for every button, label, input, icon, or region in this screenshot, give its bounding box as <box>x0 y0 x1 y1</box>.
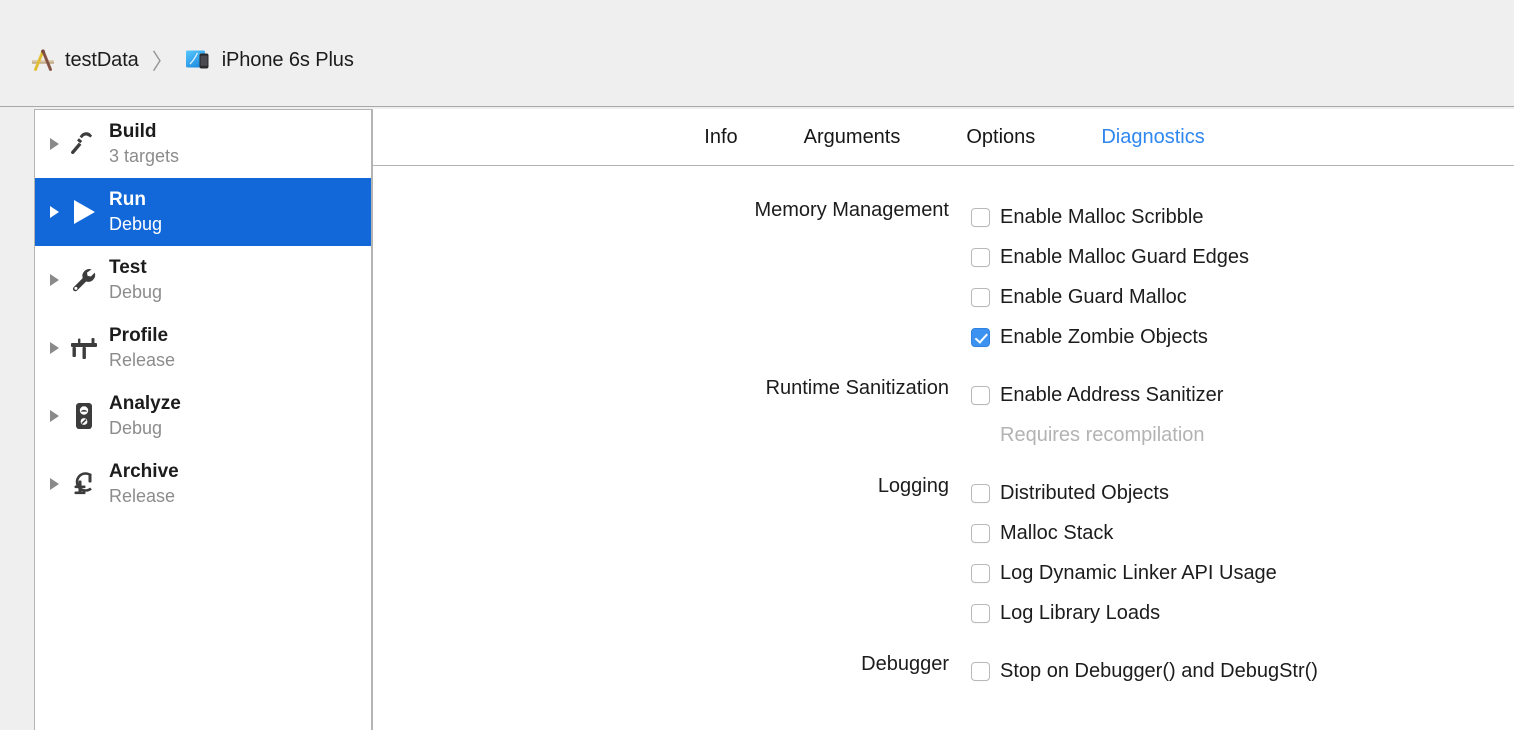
sidebar-item-run[interactable]: Run Debug <box>35 178 371 246</box>
checkbox-label: Enable Guard Malloc <box>1000 284 1187 310</box>
checkbox-enable-malloc-scribble[interactable] <box>971 208 990 227</box>
checkbox-row-stop-on-debugger[interactable]: Stop on Debugger() and DebugStr() <box>971 651 1318 691</box>
section-debugger: Debugger Stop on Debugger() and DebugStr… <box>373 651 1514 691</box>
gauge-icon <box>65 397 103 435</box>
diagnostics-form: Memory Management Enable Malloc Scribble… <box>373 166 1514 691</box>
section-label: Debugger <box>373 651 971 677</box>
breadcrumb-project-label: testData <box>65 49 139 72</box>
tab-arguments[interactable]: Arguments <box>800 124 905 151</box>
disclosure-triangle-icon[interactable] <box>43 138 65 150</box>
sidebar-item-subtitle: Debug <box>109 280 162 304</box>
sidebar-item-subtitle: Debug <box>109 212 162 236</box>
breadcrumb-destination-label: iPhone 6s Plus <box>222 49 354 72</box>
checkbox-label: Log Dynamic Linker API Usage <box>1000 560 1277 586</box>
disclosure-triangle-icon[interactable] <box>43 478 65 490</box>
scheme-actions-list: Build 3 targets Run Debug <box>34 109 372 730</box>
hammer-icon <box>65 125 103 163</box>
sidebar-item-subtitle: Release <box>109 348 175 372</box>
disclosure-triangle-icon[interactable] <box>43 206 65 218</box>
sidebar-item-title: Archive <box>109 460 179 484</box>
tab-info[interactable]: Info <box>700 124 741 151</box>
checkbox-enable-address-sanitizer[interactable] <box>971 386 990 405</box>
breadcrumb-separator-icon: 〉 <box>152 44 174 76</box>
section-label: Memory Management <box>373 197 971 223</box>
checkbox-label: Enable Zombie Objects <box>1000 324 1208 350</box>
checkbox-stop-on-debugger[interactable] <box>971 662 990 681</box>
checkbox-enable-malloc-guard-edges[interactable] <box>971 248 990 267</box>
checkbox-label: Stop on Debugger() and DebugStr() <box>1000 658 1318 684</box>
checkbox-label: Enable Malloc Scribble <box>1000 204 1203 230</box>
checkbox-row-enable-guard-malloc[interactable]: Enable Guard Malloc <box>971 277 1249 317</box>
clamp-icon <box>65 465 103 503</box>
checkbox-row-enable-zombie-objects[interactable]: Enable Zombie Objects <box>971 317 1249 357</box>
sidebar-item-profile[interactable]: Profile Release <box>35 314 371 382</box>
section-label: Logging <box>373 473 971 499</box>
wrench-icon <box>65 261 103 299</box>
disclosure-triangle-icon[interactable] <box>43 274 65 286</box>
section-memory-management: Memory Management Enable Malloc Scribble… <box>373 197 1514 357</box>
checkbox-enable-guard-malloc[interactable] <box>971 288 990 307</box>
sidebar-item-title: Test <box>109 256 162 280</box>
simulator-device-icon <box>185 48 213 72</box>
sidebar-item-analyze[interactable]: Analyze Debug <box>35 382 371 450</box>
sidebar-item-title: Profile <box>109 324 175 348</box>
xcode-project-icon <box>30 47 56 73</box>
section-label: Runtime Sanitization <box>373 375 971 401</box>
checkbox-label: Malloc Stack <box>1000 520 1113 546</box>
checkbox-label: Log Library Loads <box>1000 600 1160 626</box>
checkbox-log-library-loads[interactable] <box>971 604 990 623</box>
checkbox-enable-zombie-objects[interactable] <box>971 328 990 347</box>
tab-options[interactable]: Options <box>962 124 1039 151</box>
sidebar-item-title: Analyze <box>109 392 181 416</box>
checkbox-row-distributed-objects[interactable]: Distributed Objects <box>971 473 1277 513</box>
checkbox-row-malloc-stack[interactable]: Malloc Stack <box>971 513 1277 553</box>
address-sanitizer-hint: Requires recompilation <box>1000 422 1205 448</box>
checkbox-log-dynamic-linker-api-usage[interactable] <box>971 564 990 583</box>
sidebar-item-title: Build <box>109 120 179 144</box>
disclosure-triangle-icon[interactable] <box>43 410 65 422</box>
checkbox-row-enable-address-sanitizer[interactable]: Enable Address Sanitizer <box>971 375 1223 415</box>
checkbox-row-log-dynamic-linker-api-usage[interactable]: Log Dynamic Linker API Usage <box>971 553 1277 593</box>
scheme-editor-window: testData 〉 <box>0 0 1514 730</box>
address-sanitizer-hint-row: Requires recompilation <box>971 415 1223 455</box>
breadcrumb-destination[interactable]: iPhone 6s Plus <box>185 43 354 77</box>
sidebar-item-build[interactable]: Build 3 targets <box>35 110 371 178</box>
breadcrumb-project[interactable]: testData <box>30 43 139 77</box>
sidebar-item-archive[interactable]: Archive Release <box>35 450 371 518</box>
play-icon <box>65 193 103 231</box>
window-header: testData 〉 <box>0 0 1514 107</box>
caliper-icon <box>65 329 103 367</box>
sidebar-item-subtitle: Release <box>109 484 179 508</box>
checkbox-label: Enable Malloc Guard Edges <box>1000 244 1249 270</box>
sidebar-item-title: Run <box>109 188 162 212</box>
disclosure-triangle-icon[interactable] <box>43 342 65 354</box>
section-logging: Logging Distributed Objects Malloc Stack… <box>373 473 1514 633</box>
breadcrumb: testData 〉 <box>30 43 354 77</box>
checkbox-label: Distributed Objects <box>1000 480 1169 506</box>
section-runtime-sanitization: Runtime Sanitization Enable Address Sani… <box>373 375 1514 455</box>
sidebar-item-subtitle: Debug <box>109 416 181 440</box>
tab-diagnostics[interactable]: Diagnostics <box>1097 124 1208 151</box>
sidebar-item-test[interactable]: Test Debug <box>35 246 371 314</box>
scheme-detail-pane: Info Arguments Options Diagnostics Memor… <box>372 109 1514 730</box>
sidebar-item-subtitle: 3 targets <box>109 144 179 168</box>
checkbox-distributed-objects[interactable] <box>971 484 990 503</box>
checkbox-row-log-library-loads[interactable]: Log Library Loads <box>971 593 1277 633</box>
detail-tab-bar: Info Arguments Options Diagnostics <box>373 109 1514 166</box>
checkbox-row-enable-malloc-guard-edges[interactable]: Enable Malloc Guard Edges <box>971 237 1249 277</box>
checkbox-row-enable-malloc-scribble[interactable]: Enable Malloc Scribble <box>971 197 1249 237</box>
checkbox-label: Enable Address Sanitizer <box>1000 382 1223 408</box>
checkbox-malloc-stack[interactable] <box>971 524 990 543</box>
